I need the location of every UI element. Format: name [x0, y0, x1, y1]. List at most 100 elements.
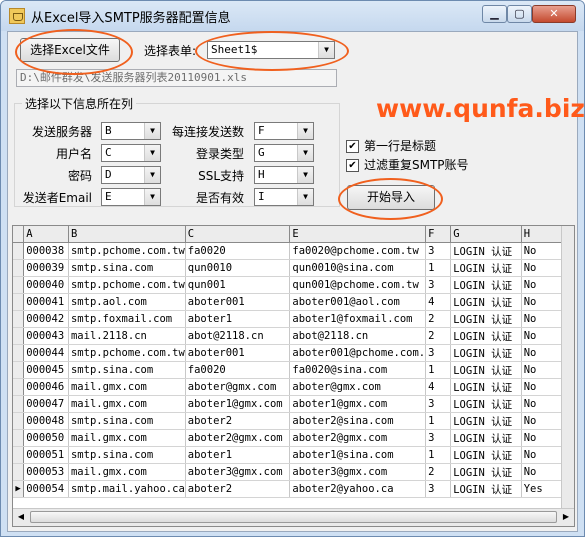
- minimize-button[interactable]: ▁: [482, 5, 507, 23]
- table-cell[interactable]: smtp.sina.com: [68, 259, 186, 277]
- table-cell[interactable]: qun0010@sina.com: [289, 259, 427, 277]
- table-cell[interactable]: LOGIN 认证: [450, 463, 522, 481]
- table-cell[interactable]: smtp.mail.yahoo.ca: [68, 480, 186, 498]
- table-cell[interactable]: 000041: [23, 293, 69, 311]
- scroll-thumb[interactable]: [30, 511, 557, 523]
- table-cell[interactable]: aboter2: [185, 480, 291, 498]
- table-cell[interactable]: LOGIN 认证: [450, 446, 522, 464]
- chevron-down-icon[interactable]: ▼: [297, 145, 313, 161]
- table-cell[interactable]: 1: [425, 361, 452, 379]
- chevron-down-icon[interactable]: ▼: [144, 189, 160, 205]
- current-row-indicator-icon[interactable]: ▶: [13, 480, 25, 498]
- table-cell[interactable]: 000045: [23, 361, 69, 379]
- table-cell[interactable]: 000053: [23, 463, 69, 481]
- table-cell[interactable]: smtp.pchome.com.tw: [68, 344, 186, 362]
- row-indicator[interactable]: [13, 276, 25, 294]
- chevron-down-icon[interactable]: ▼: [297, 167, 313, 183]
- table-cell[interactable]: 000050: [23, 429, 69, 447]
- table-cell[interactable]: 3: [425, 276, 452, 294]
- table-cell[interactable]: aboter@gmx.com: [289, 378, 427, 396]
- table-row[interactable]: 000039 smtp.sina.com qun0010 qun0010@sina.c…: [13, 259, 574, 277]
- row-indicator[interactable]: [13, 412, 25, 430]
- table-row[interactable]: 000040 smtp.pchome.com.tw qun001 qun001@pch…: [13, 276, 574, 294]
- table-cell[interactable]: smtp.sina.com: [68, 446, 186, 464]
- table-cell[interactable]: 3: [425, 480, 452, 498]
- column-header[interactable]: F: [425, 226, 452, 243]
- row-indicator[interactable]: [13, 293, 25, 311]
- table-cell[interactable]: abot@2118.cn: [289, 327, 427, 345]
- table-row[interactable]: 000046 mail.gmx.com aboter@gmx.com aboter@g…: [13, 378, 574, 396]
- table-cell[interactable]: 000038: [23, 242, 69, 260]
- ssl-support-select[interactable]: H ▼: [254, 166, 314, 184]
- horizontal-scrollbar[interactable]: ◀ ▶: [13, 508, 574, 526]
- table-cell[interactable]: aboter001: [185, 293, 291, 311]
- filter-duplicates-checkbox[interactable]: ✔ 过滤重复SMTP账号: [346, 156, 469, 173]
- table-cell[interactable]: aboter1@foxmail.com: [289, 310, 427, 328]
- table-row[interactable]: 000043 mail.2118.cn abot@2118.cn abot@2118.…: [13, 327, 574, 345]
- username-column-select[interactable]: C ▼: [101, 144, 161, 162]
- table-cell[interactable]: 2: [425, 327, 452, 345]
- table-row[interactable]: 000051 smtp.sina.com aboter1 aboter1@sina.c…: [13, 446, 574, 464]
- table-cell[interactable]: fa0020: [185, 242, 291, 260]
- table-cell[interactable]: smtp.sina.com: [68, 412, 186, 430]
- column-header[interactable]: G: [450, 226, 522, 243]
- table-cell[interactable]: 4: [425, 293, 452, 311]
- table-cell[interactable]: aboter1@gmx.com: [289, 395, 427, 413]
- password-column-select[interactable]: D ▼: [101, 166, 161, 184]
- table-cell[interactable]: qun0010: [185, 259, 291, 277]
- scroll-left-icon[interactable]: ◀: [13, 509, 29, 525]
- column-header[interactable]: A: [23, 226, 69, 243]
- is-valid-select[interactable]: I ▼: [254, 188, 314, 206]
- table-cell[interactable]: aboter@gmx.com: [185, 378, 291, 396]
- login-type-select[interactable]: G ▼: [254, 144, 314, 162]
- row-indicator[interactable]: [13, 310, 25, 328]
- table-cell[interactable]: mail.gmx.com: [68, 429, 186, 447]
- table-cell[interactable]: aboter001@pchome.com.: [289, 344, 427, 362]
- checkmark-icon[interactable]: ✔: [346, 159, 359, 172]
- table-cell[interactable]: 2: [425, 310, 452, 328]
- table-row[interactable]: 000042 smtp.foxmail.com aboter1 aboter1@fox…: [13, 310, 574, 328]
- table-row[interactable]: 000045 smtp.sina.com fa0020 fa0020@sina.com…: [13, 361, 574, 379]
- table-cell[interactable]: 000044: [23, 344, 69, 362]
- table-cell[interactable]: LOGIN 认证: [450, 361, 522, 379]
- table-cell[interactable]: 3: [425, 429, 452, 447]
- table-cell[interactable]: smtp.foxmail.com: [68, 310, 186, 328]
- send-per-connection-select[interactable]: F ▼: [254, 122, 314, 140]
- table-cell[interactable]: aboter2@gmx.com: [289, 429, 427, 447]
- table-cell[interactable]: 3: [425, 242, 452, 260]
- table-row[interactable]: 000041 smtp.aol.com aboter001 aboter001@aol…: [13, 293, 574, 311]
- table-cell[interactable]: LOGIN 认证: [450, 242, 522, 260]
- table-cell[interactable]: LOGIN 认证: [450, 259, 522, 277]
- table-row[interactable]: 000050 mail.gmx.com aboter2@gmx.com aboter2…: [13, 429, 574, 447]
- table-cell[interactable]: 1: [425, 446, 452, 464]
- table-cell[interactable]: LOGIN 认证: [450, 412, 522, 430]
- sender-email-column-select[interactable]: E ▼: [101, 188, 161, 206]
- column-header[interactable]: B: [68, 226, 186, 243]
- table-cell[interactable]: 000042: [23, 310, 69, 328]
- table-row[interactable]: 000044 smtp.pchome.com.tw aboter001 aboter0…: [13, 344, 574, 362]
- table-cell[interactable]: aboter1@sina.com: [289, 446, 427, 464]
- chevron-down-icon[interactable]: ▼: [318, 42, 334, 58]
- row-indicator[interactable]: [13, 242, 25, 260]
- table-cell[interactable]: qun001: [185, 276, 291, 294]
- table-cell[interactable]: LOGIN 认证: [450, 310, 522, 328]
- vertical-scrollbar[interactable]: [561, 226, 574, 510]
- table-cell[interactable]: aboter001@aol.com: [289, 293, 427, 311]
- table-cell[interactable]: 3: [425, 344, 452, 362]
- column-header[interactable]: E: [289, 226, 427, 243]
- table-cell[interactable]: abot@2118.cn: [185, 327, 291, 345]
- table-cell[interactable]: LOGIN 认证: [450, 293, 522, 311]
- table-row[interactable]: 000048 smtp.sina.com aboter2 aboter2@sina.c…: [13, 412, 574, 430]
- table-cell[interactable]: LOGIN 认证: [450, 327, 522, 345]
- table-cell[interactable]: mail.2118.cn: [68, 327, 186, 345]
- table-cell[interactable]: aboter3@gmx.com: [185, 463, 291, 481]
- chevron-down-icon[interactable]: ▼: [297, 123, 313, 139]
- table-cell[interactable]: LOGIN 认证: [450, 429, 522, 447]
- table-cell[interactable]: 2: [425, 463, 452, 481]
- table-row[interactable]: 000053 mail.gmx.com aboter3@gmx.com aboter3…: [13, 463, 574, 481]
- checkmark-icon[interactable]: ✔: [346, 140, 359, 153]
- first-row-title-checkbox[interactable]: ✔ 第一行是标题: [346, 137, 436, 154]
- table-cell[interactable]: fa0020@sina.com: [289, 361, 427, 379]
- row-indicator[interactable]: [13, 259, 25, 277]
- maximize-button[interactable]: ▢: [507, 5, 532, 23]
